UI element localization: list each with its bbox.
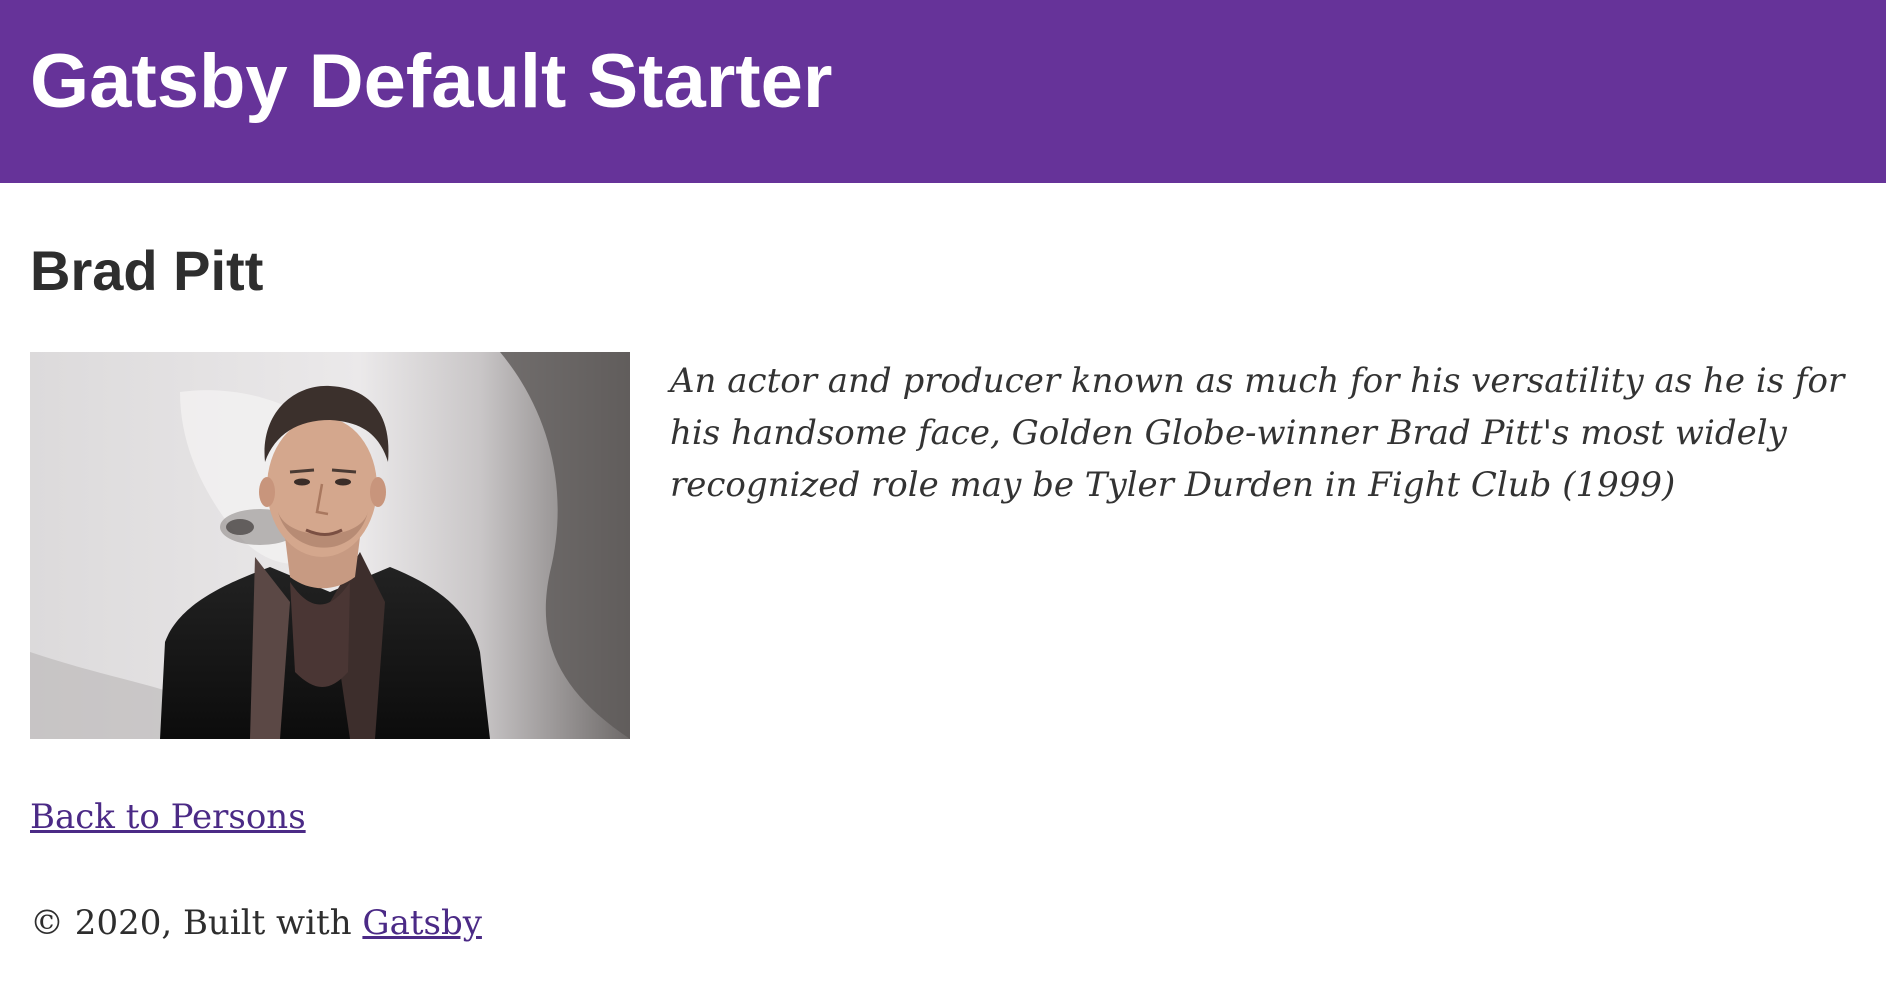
site-header: Gatsby Default Starter bbox=[0, 0, 1886, 183]
footer-copyright: © 2020, Built with bbox=[30, 903, 352, 943]
person-bio: An actor and producer known as much for … bbox=[670, 361, 1845, 505]
back-to-persons-link[interactable]: Back to Persons bbox=[30, 797, 306, 838]
site-title-link[interactable]: Gatsby Default Starter bbox=[30, 44, 832, 120]
person-photo bbox=[30, 352, 630, 739]
gatsby-link[interactable]: Gatsby bbox=[362, 903, 482, 943]
page-title: Brad Pitt bbox=[30, 239, 264, 302]
person-photo-image bbox=[30, 352, 630, 739]
site-footer: © 2020, Built with Gatsby bbox=[30, 903, 482, 944]
main-content: Brad Pitt An actor and producer known as… bbox=[0, 183, 1886, 984]
